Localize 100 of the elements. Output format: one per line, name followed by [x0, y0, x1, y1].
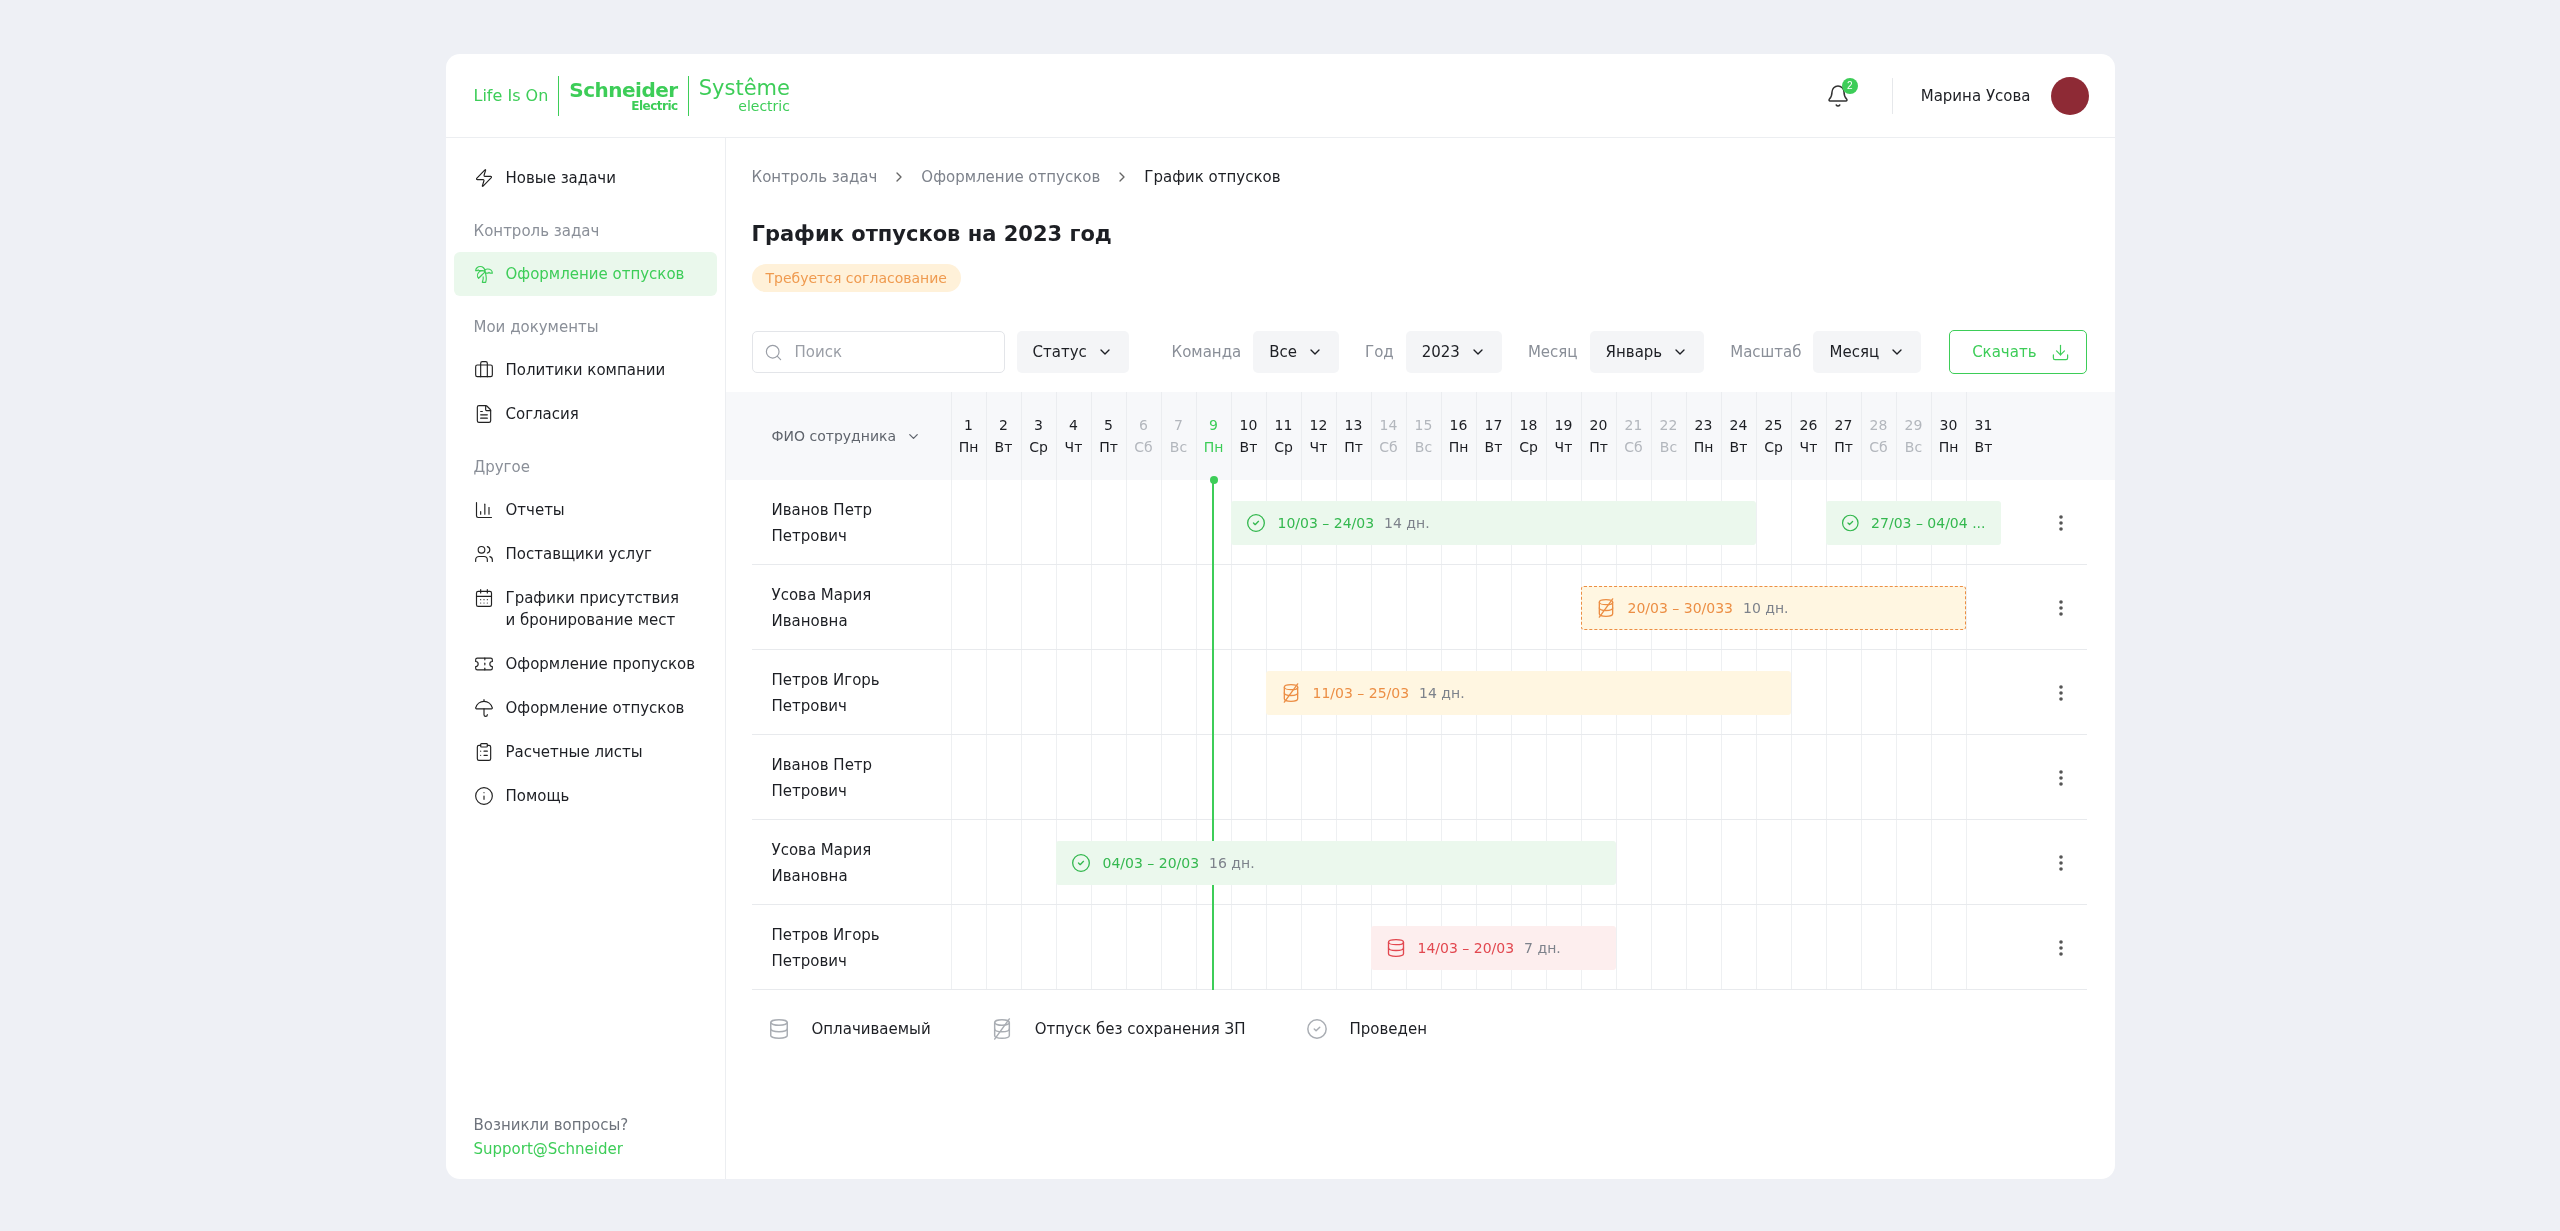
day-header: 19 Чт [1545, 392, 1581, 480]
vacation-bar[interactable]: 10/03 – 24/03 14 дн. [1230, 500, 1756, 545]
day-header: 3 Ср [1020, 392, 1056, 480]
sidebar-item[interactable]: Расчетные листы [453, 730, 717, 774]
logo-brand-sub: Electric [631, 99, 678, 112]
info-icon [473, 786, 494, 806]
logo-brand: Schneider [569, 79, 678, 100]
vacation-bar[interactable]: 11/03 – 25/03 14 дн. [1265, 670, 1791, 715]
status-badge: Требуется согласование [751, 264, 961, 292]
check-circle-icon [1305, 1018, 1328, 1040]
employee-name: Иванов Петр Петрович [770, 754, 874, 802]
day-header: 2 Вт [985, 392, 1021, 480]
filter-label: Масштаб [1730, 343, 1802, 361]
day-header: 13 Пт [1335, 392, 1371, 480]
vacation-bar[interactable]: 04/03 – 20/03 16 дн. [1055, 840, 1616, 885]
check-circle-icon [1840, 512, 1860, 533]
more-icon [2059, 684, 2063, 701]
sidebar-item[interactable]: Оформление отпусков [453, 686, 717, 730]
filter-dropdown[interactable]: Все [1253, 331, 1339, 373]
status-dropdown[interactable]: Статус [1016, 331, 1129, 373]
day-header: 27 Пт [1825, 392, 1861, 480]
logo-partner: Systême [698, 78, 790, 99]
filter-dropdown[interactable]: Январь [1589, 331, 1705, 373]
sidebar-item[interactable]: Графики присутствия и бронирование мест [453, 576, 717, 642]
sidebar-section-title: Мои документы [472, 318, 600, 336]
check-circle-icon [1245, 512, 1266, 533]
day-header: 22 Вс [1650, 392, 1686, 480]
day-header: 18 Ср [1510, 392, 1546, 480]
notification-count: 2 [1841, 77, 1858, 94]
vacation-dates: 04/03 – 20/03 [1102, 854, 1200, 871]
day-header: 10 Вт [1230, 392, 1266, 480]
name-column-header[interactable]: ФИО сотрудника [751, 427, 928, 445]
vacation-bar[interactable]: 20/03 – 30/033 10 дн. [1580, 585, 1966, 630]
sidebar-item[interactable]: Помощь [453, 774, 717, 818]
day-header: 23 Пн [1685, 392, 1721, 480]
breadcrumb[interactable]: График отпусков [1144, 168, 1281, 186]
day-header: 29 Вс [1895, 392, 1931, 480]
breadcrumb[interactable]: Оформление отпусков [921, 168, 1101, 186]
avatar[interactable] [2050, 76, 2089, 115]
employee-name: Усова Мария Ивановна [770, 584, 873, 632]
vacation-dates: 27/03 – 04/04 ... [1871, 514, 1986, 531]
user-name: Марина Усова [1920, 86, 2031, 105]
employee-name: Петров Игорь Петрович [770, 669, 881, 717]
palm-tree-icon [473, 264, 494, 284]
vacation-duration: 14 дн. [1419, 684, 1465, 701]
vacation-dates: 20/03 – 30/033 [1627, 599, 1733, 616]
filter-label: Год [1365, 343, 1394, 361]
breadcrumb[interactable]: Контроль задач [751, 168, 878, 186]
bell-icon [1825, 83, 1850, 108]
day-header: 14 Сб [1370, 392, 1406, 480]
sidebar-section-title: Контроль задач [472, 222, 601, 240]
search-field[interactable]: Поиск [751, 331, 1005, 373]
help-question: Возникли вопросы? [473, 1115, 630, 1136]
day-header: 24 Вт [1720, 392, 1756, 480]
day-header: 30 Пн [1930, 392, 1966, 480]
more-icon [2059, 769, 2063, 786]
legend-label: Проведен [1349, 1020, 1427, 1038]
more-icon [2059, 599, 2063, 616]
day-header: 28 Сб [1860, 392, 1896, 480]
filter-dropdown[interactable]: 2023 [1405, 331, 1502, 373]
sidebar-section-title: Другое [472, 458, 531, 476]
calendar-icon [473, 588, 494, 608]
coins-icon [1385, 937, 1406, 958]
day-header: 21 Сб [1615, 392, 1651, 480]
download-icon [2050, 342, 2070, 362]
filter-label: Месяц [1527, 343, 1578, 361]
briefcase-icon [473, 360, 494, 380]
filter-dropdown[interactable]: Месяц [1813, 331, 1922, 373]
vacation-duration: 14 дн. [1384, 514, 1430, 531]
vacation-bar[interactable]: 14/03 – 20/03 7 дн. [1370, 925, 1616, 970]
people-icon [473, 544, 494, 564]
sidebar-item[interactable]: Политики компании [453, 348, 717, 392]
vacation-duration: 7 дн. [1524, 939, 1561, 956]
search-icon [763, 342, 783, 362]
day-header: 1 Пн [950, 392, 986, 480]
logo-tagline: Life Is On [473, 87, 549, 104]
sidebar-item[interactable]: Оформление пропусков [453, 642, 717, 686]
logo-partner-sub: electric [738, 99, 790, 113]
coins-icon [767, 1018, 790, 1040]
sidebar-item[interactable]: Согласия [453, 392, 717, 436]
day-header: 9 Пн [1195, 392, 1231, 480]
day-header: 11 Ср [1265, 392, 1301, 480]
day-header: 7 Вс [1160, 392, 1196, 480]
vacation-duration: 10 дн. [1743, 599, 1789, 616]
page-title: График отпусков на 2023 год [751, 222, 1113, 246]
more-icon [2059, 854, 2063, 871]
more-icon [2059, 514, 2063, 531]
sidebar-item[interactable]: Отчеты [453, 488, 717, 532]
day-header: 17 Вт [1475, 392, 1511, 480]
sidebar-item[interactable]: Поставщики услуг [453, 532, 717, 576]
day-header: 31 Вт [1965, 392, 2001, 480]
check-circle-icon [1070, 852, 1091, 873]
day-header: 4 Чт [1055, 392, 1091, 480]
day-header: 12 Чт [1300, 392, 1336, 480]
legend-label: Оплачиваемый [811, 1020, 931, 1038]
day-header: 20 Пт [1580, 392, 1616, 480]
bar-chart-icon [473, 500, 494, 520]
vacation-dates: 10/03 – 24/03 [1277, 514, 1375, 531]
employee-name: Петров Игорь Петрович [770, 924, 881, 972]
sidebar-item[interactable]: Новые задачи [453, 156, 717, 200]
